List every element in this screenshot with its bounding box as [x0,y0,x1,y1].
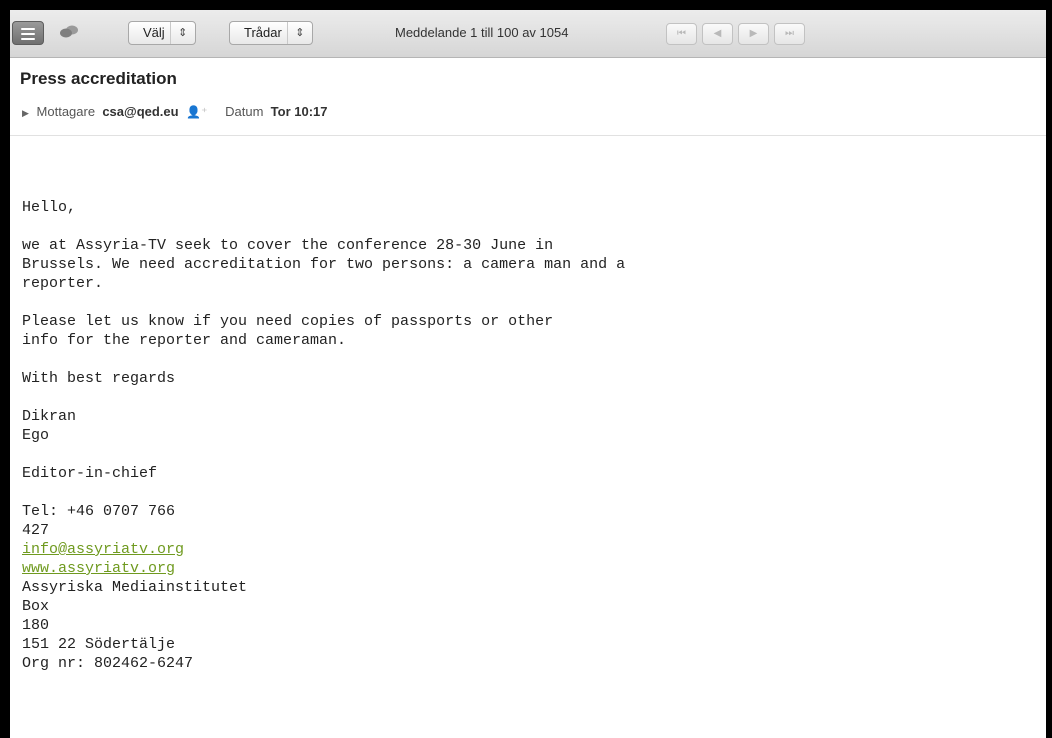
date-label: Datum [225,104,264,119]
phone-line: 427 [22,522,50,539]
triangle-left-icon: ◀ [713,28,722,39]
address-line: 180 [22,617,50,634]
chat-bubbles-icon[interactable] [58,24,80,40]
add-contact-icon[interactable]: 👤⁺ [186,105,207,119]
signature-title: Editor-in-chief [22,465,158,482]
message-subject: Press accreditation [20,69,177,88]
recipient-address[interactable]: csa@qed.eu [102,104,178,119]
address-city: 151 22 Södertälje [22,636,176,653]
organization-name: Assyriska Mediainstitutet [22,579,248,596]
mail-window: Välj ⇕ Trådar ⇕ Meddelande 1 till 100 av… [10,10,1046,738]
next-page-button[interactable]: ▶ [738,23,769,45]
greeting: Hello, [22,199,77,216]
previous-page-button[interactable]: ◀ [702,23,733,45]
closing: With best regards [22,370,176,387]
first-page-button[interactable]: ⏮ [666,23,697,45]
menu-icon[interactable] [12,21,44,45]
body-line: reporter. [22,275,104,292]
last-page-button[interactable]: ⏭ [774,23,805,45]
select-dropdown[interactable]: Välj ⇕ [128,21,196,45]
body-line: Brussels. We need accreditation for two … [22,256,626,273]
skip-forward-icon: ⏭ [785,28,794,39]
select-dropdown-label: Välj [143,25,165,40]
signature-first-name: Dikran [22,408,77,425]
updown-arrow-icon: ⇕ [286,22,312,44]
address-line: Box [22,598,50,615]
recipient-label: Mottagare [36,104,96,119]
expand-triangle-icon[interactable]: ▶ [22,108,29,118]
body-line: info for the reporter and cameraman. [22,332,347,349]
toolbar: Välj ⇕ Trådar ⇕ Meddelande 1 till 100 av… [10,10,1046,58]
skip-back-icon: ⏮ [677,28,686,39]
email-link[interactable]: info@assyriatv.org [22,540,625,559]
phone-line: Tel: +46 0707 766 [22,503,176,520]
updown-arrow-icon: ⇕ [169,22,195,44]
signature-last-name: Ego [22,427,50,444]
message-header: ▶ Mottagare csa@qed.eu 👤⁺ Datum Tor 10:1… [22,104,328,119]
org-number: Org nr: 802462-6247 [22,655,194,672]
body-line: Please let us know if you need copies of… [22,313,554,330]
body-line: we at Assyria-TV seek to cover the confe… [22,237,554,254]
threads-dropdown[interactable]: Trådar ⇕ [229,21,313,45]
triangle-right-icon: ▶ [749,28,758,39]
message-counter: Meddelande 1 till 100 av 1054 [395,25,569,40]
website-link[interactable]: www.assyriatv.org [22,559,625,578]
message-body: Hello, we at Assyria-TV seek to cover th… [22,198,625,692]
message-date: Tor 10:17 [270,104,328,119]
header-divider [10,135,1046,136]
threads-dropdown-label: Trådar [244,25,282,40]
